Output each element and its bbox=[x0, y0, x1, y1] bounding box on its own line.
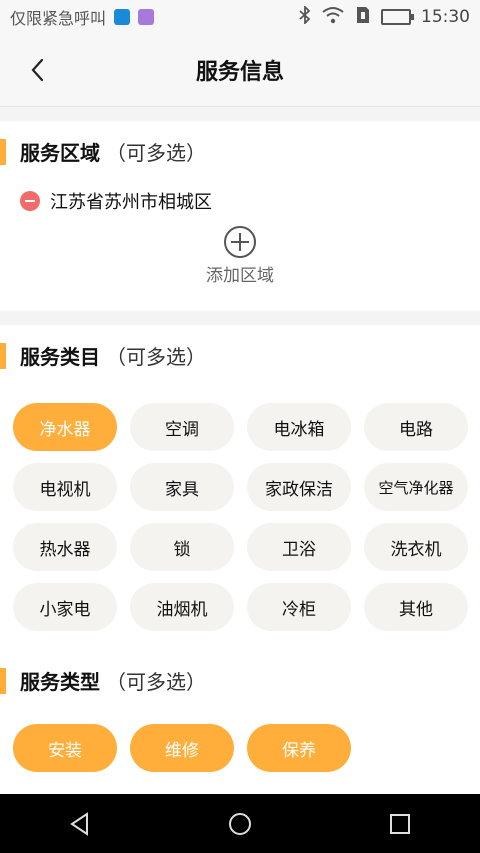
clock-text: 15:30 bbox=[421, 7, 470, 27]
battery-icon bbox=[381, 9, 414, 25]
service-category-heading: 服务类目 bbox=[20, 344, 100, 369]
service-type-title: 服务类型 （可多选） bbox=[0, 650, 480, 710]
category-chip[interactable]: 家具 bbox=[130, 463, 234, 511]
area-label: 江苏省苏州市相城区 bbox=[50, 192, 212, 213]
system-recents-button[interactable] bbox=[370, 794, 430, 853]
service-area-heading: 服务区域 bbox=[20, 140, 100, 165]
wifi-icon bbox=[321, 6, 345, 29]
triangle-back-icon bbox=[70, 811, 88, 836]
carrier-text: 仅限紧急呼叫 bbox=[10, 9, 107, 28]
category-chip[interactable]: 空调 bbox=[130, 403, 234, 451]
circle-home-icon bbox=[229, 812, 251, 835]
service-type-heading: 服务类型 bbox=[20, 669, 100, 694]
plus-circle-icon bbox=[224, 226, 256, 258]
service-area-section: 服务区域 （可多选） 江苏省苏州市相城区 添加区域 bbox=[0, 121, 480, 310]
category-chip[interactable]: 净水器 bbox=[13, 403, 117, 451]
category-chip[interactable]: 电冰箱 bbox=[247, 403, 351, 451]
status-right: 15:30 bbox=[299, 4, 470, 29]
category-chip[interactable]: 油烟机 bbox=[130, 583, 234, 631]
divider bbox=[0, 107, 480, 121]
area-item: 江苏省苏州市相城区 bbox=[0, 181, 480, 221]
notification-icon-blue bbox=[114, 9, 131, 25]
service-category-title: 服务类目 （可多选） bbox=[0, 325, 480, 385]
service-area-title: 服务区域 （可多选） bbox=[0, 121, 480, 181]
category-chip[interactable]: 家政保洁 bbox=[247, 463, 351, 511]
accent-bar bbox=[0, 668, 6, 694]
divider bbox=[0, 311, 480, 325]
add-area-label: 添加区域 bbox=[206, 266, 274, 286]
page-title: 服务信息 bbox=[195, 60, 284, 85]
category-chip[interactable]: 空气净化器 bbox=[364, 463, 468, 511]
service-type-chip[interactable]: 保养 bbox=[247, 724, 351, 772]
back-button[interactable] bbox=[24, 56, 52, 84]
category-chip-grid: 净水器 空调 电冰箱 电路电视机 家具 家政保洁 空气净化器热水器锁卫浴 洗衣机小家电 油烟机冷… bbox=[0, 403, 480, 631]
category-chip[interactable]: 热水器 bbox=[13, 523, 117, 571]
category-chip[interactable]: 其他 bbox=[364, 583, 468, 631]
multi-select-hint: （可多选） bbox=[106, 669, 206, 694]
category-chip[interactable]: 洗衣机 bbox=[364, 523, 468, 571]
status-bar: 仅限紧急呼叫 15:30 bbox=[0, 0, 480, 34]
system-navigation-bar bbox=[0, 794, 480, 853]
service-type-chip[interactable]: 维修 bbox=[130, 724, 234, 772]
remove-area-icon[interactable] bbox=[20, 191, 40, 211]
system-back-button[interactable] bbox=[50, 794, 110, 853]
add-area-button[interactable]: 添加区域 bbox=[0, 225, 480, 286]
bluetooth-icon bbox=[299, 4, 311, 29]
category-chip[interactable]: 冷柜 bbox=[247, 583, 351, 631]
system-home-button[interactable] bbox=[210, 794, 270, 853]
category-chip[interactable]: 锁 bbox=[130, 523, 234, 571]
status-left: 仅限紧急呼叫 bbox=[10, 5, 155, 29]
sim-icon bbox=[355, 6, 371, 29]
category-chip[interactable]: 电视机 bbox=[13, 463, 117, 511]
accent-bar bbox=[0, 343, 6, 369]
service-type-chip[interactable]: 安装 bbox=[13, 724, 117, 772]
accent-bar bbox=[0, 139, 6, 165]
service-category-section: 服务类目 （可多选） 净水器 空调 电冰箱 电路电视机 家具 家政保洁 空气净化器热水器锁卫… bbox=[0, 325, 480, 645]
category-chip[interactable]: 卫浴 bbox=[247, 523, 351, 571]
multi-select-hint: （可多选） bbox=[106, 344, 206, 369]
type-chip-grid: 安装 维修 保养 bbox=[0, 724, 480, 772]
multi-select-hint: （可多选） bbox=[106, 140, 206, 165]
navigation-header: 服务信息 bbox=[0, 34, 480, 107]
square-recents-icon bbox=[390, 813, 410, 834]
service-type-section: 服务类型 （可多选） 安装 维修 保养 bbox=[0, 650, 480, 790]
notification-icon-purple bbox=[138, 9, 155, 25]
chevron-left-icon bbox=[31, 58, 44, 82]
category-chip[interactable]: 小家电 bbox=[13, 583, 117, 631]
category-chip[interactable]: 电路 bbox=[364, 403, 468, 451]
